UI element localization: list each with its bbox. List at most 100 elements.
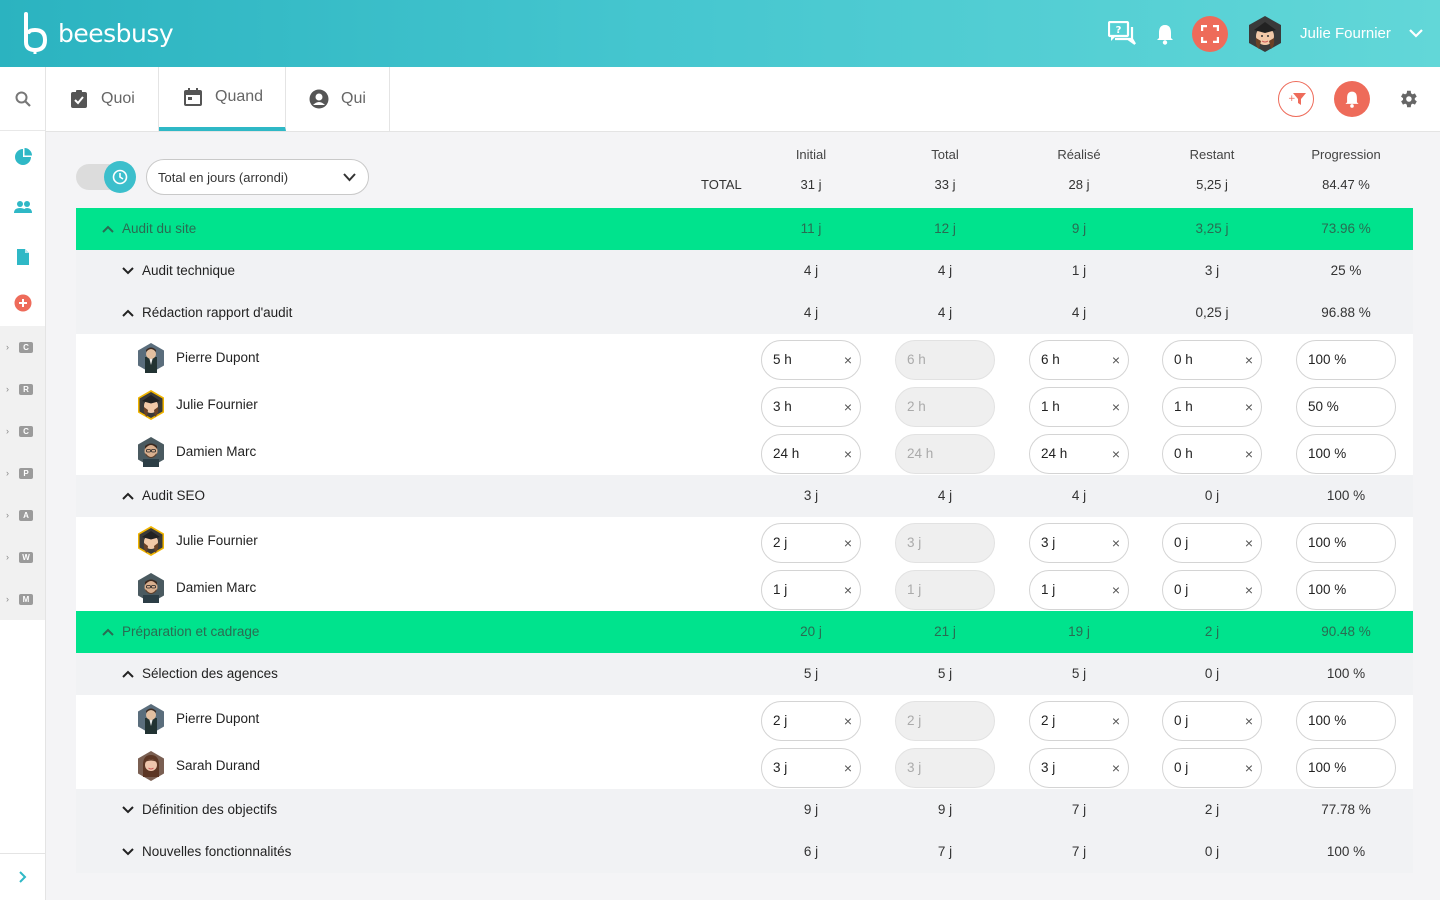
initial-input[interactable]: 3 h × [761, 387, 861, 427]
chevron-down-icon[interactable] [120, 806, 136, 814]
restant-input[interactable]: 0 j × [1162, 570, 1262, 610]
add-filter-button[interactable]: + [1278, 81, 1314, 117]
chat-icon[interactable]: ? [1106, 0, 1138, 67]
progression-input[interactable]: 100 % [1296, 701, 1396, 741]
chevron-up-icon[interactable] [120, 309, 136, 317]
task-label[interactable]: Audit SEO [120, 475, 205, 517]
progression-input[interactable]: 50 % [1296, 387, 1396, 427]
team-button[interactable] [0, 192, 45, 222]
progression-input[interactable]: 100 % [1296, 340, 1396, 380]
initial-input[interactable]: 2 j × [761, 523, 861, 563]
task-label[interactable]: Audit technique [120, 250, 235, 292]
assignee-row: Sarah Durand 3 j × 3 j 3 j × 0 j × 100 % [76, 742, 1413, 789]
initial-input[interactable]: 2 j × [761, 701, 861, 741]
user-name[interactable]: Julie Fournier [1300, 0, 1391, 67]
initial-input[interactable]: 3 j × [761, 748, 861, 788]
realise-input[interactable]: 2 j × [1029, 701, 1129, 741]
chevron-up-icon[interactable] [100, 628, 116, 636]
initial-input[interactable]: 5 h × [761, 340, 861, 380]
expand-sidebar-button[interactable] [0, 853, 45, 900]
clear-icon[interactable]: × [1245, 702, 1253, 740]
project-item[interactable]: › C [0, 326, 45, 368]
project-item[interactable]: › A [0, 494, 45, 536]
fullscreen-button[interactable] [1191, 0, 1229, 67]
realise-input[interactable]: 6 h × [1029, 340, 1129, 380]
chevron-down-icon[interactable] [120, 267, 136, 275]
documents-button[interactable] [0, 242, 45, 272]
progression-input[interactable]: 100 % [1296, 434, 1396, 474]
tab-qui[interactable]: Qui [286, 67, 390, 131]
brand-logo[interactable]: beesbusy [22, 12, 174, 54]
clear-icon[interactable]: × [844, 702, 852, 740]
restant-input[interactable]: 0 h × [1162, 434, 1262, 474]
clear-icon[interactable]: × [844, 524, 852, 562]
restant-input[interactable]: 0 h × [1162, 340, 1262, 380]
clear-icon[interactable]: × [1112, 341, 1120, 379]
tab-quand[interactable]: Quand [159, 67, 286, 131]
task-label[interactable]: Sélection des agences [120, 653, 278, 695]
clear-icon[interactable]: × [844, 749, 852, 787]
add-button[interactable] [0, 288, 45, 318]
chevron-up-icon[interactable] [120, 670, 136, 678]
column-header: Initial [795, 147, 827, 162]
task-label[interactable]: Définition des objectifs [120, 789, 277, 831]
calendar-icon [183, 87, 203, 107]
chevron-right-icon: › [6, 510, 9, 520]
clear-icon[interactable]: × [1245, 571, 1253, 609]
avatar [136, 751, 166, 781]
task-label[interactable]: Rédaction rapport d'audit [120, 292, 292, 334]
project-item[interactable]: › M [0, 578, 45, 620]
group-label[interactable]: Préparation et cadrage [100, 611, 259, 653]
project-item[interactable]: › C [0, 410, 45, 452]
initial-input[interactable]: 24 h × [761, 434, 861, 474]
chevron-down-icon[interactable] [120, 848, 136, 856]
task-row: Audit SEO 3 j 4 j 4 j 0 j 100 % [76, 475, 1413, 517]
project-item[interactable]: › R [0, 368, 45, 410]
realise-input[interactable]: 3 j × [1029, 748, 1129, 788]
clear-icon[interactable]: × [1112, 702, 1120, 740]
clear-icon[interactable]: × [1112, 524, 1120, 562]
chevron-up-icon[interactable] [100, 225, 116, 233]
clear-icon[interactable]: × [844, 341, 852, 379]
notifications-button[interactable] [1334, 81, 1370, 117]
clear-icon[interactable]: × [1245, 341, 1253, 379]
realise-input[interactable]: 3 j × [1029, 523, 1129, 563]
progression-input[interactable]: 100 % [1296, 523, 1396, 563]
clear-icon[interactable]: × [1245, 524, 1253, 562]
user-avatar[interactable] [1246, 0, 1284, 67]
view-mode-toggle[interactable] [76, 161, 136, 193]
restant-input[interactable]: 0 j × [1162, 748, 1262, 788]
restant-input[interactable]: 0 j × [1162, 701, 1262, 741]
bell-icon[interactable] [1154, 0, 1176, 67]
project-item[interactable]: › W [0, 536, 45, 578]
restant-input[interactable]: 0 j × [1162, 523, 1262, 563]
realise-input[interactable]: 1 h × [1029, 387, 1129, 427]
clear-icon[interactable]: × [1112, 435, 1120, 473]
dashboard-button[interactable] [0, 142, 45, 172]
search-button[interactable] [0, 67, 45, 131]
display-mode-select[interactable]: Total en jours (arrondi) [146, 159, 369, 195]
task-label[interactable]: Nouvelles fonctionnalités [120, 831, 291, 873]
clear-icon[interactable]: × [1245, 749, 1253, 787]
progression-input[interactable]: 100 % [1296, 748, 1396, 788]
progression-input[interactable]: 100 % [1296, 570, 1396, 610]
settings-button[interactable] [1390, 81, 1426, 117]
cell-value: 5 j [937, 666, 953, 681]
clear-icon[interactable]: × [844, 388, 852, 426]
realise-input[interactable]: 1 j × [1029, 570, 1129, 610]
clear-icon[interactable]: × [1112, 388, 1120, 426]
group-label[interactable]: Audit du site [100, 208, 196, 250]
clear-icon[interactable]: × [844, 571, 852, 609]
restant-input[interactable]: 1 h × [1162, 387, 1262, 427]
realise-input[interactable]: 24 h × [1029, 434, 1129, 474]
clear-icon[interactable]: × [1112, 749, 1120, 787]
initial-input[interactable]: 1 j × [761, 570, 861, 610]
chevron-up-icon[interactable] [120, 492, 136, 500]
chevron-down-icon[interactable] [1408, 0, 1424, 67]
clear-icon[interactable]: × [1112, 571, 1120, 609]
clear-icon[interactable]: × [844, 435, 852, 473]
tab-quoi[interactable]: Quoi [46, 67, 159, 131]
clear-icon[interactable]: × [1245, 435, 1253, 473]
project-item[interactable]: › P [0, 452, 45, 494]
clear-icon[interactable]: × [1245, 388, 1253, 426]
